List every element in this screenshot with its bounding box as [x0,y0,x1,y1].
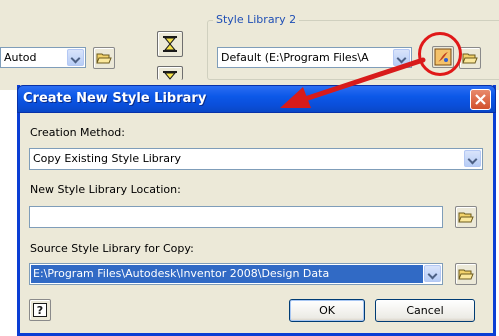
chevron-down-icon[interactable] [67,49,84,66]
folder-open-icon [462,53,478,64]
creation-method-label: Creation Method: [30,126,125,139]
left-library-combo[interactable]: Autod [0,47,86,68]
chevron-down-icon[interactable] [393,49,410,66]
right-browse-button[interactable] [459,47,481,69]
creation-method-value: Copy Existing Style Library [33,152,182,165]
right-library-combo-value: Default (E:\Program Files\A [221,51,369,64]
left-library-combo-value: Autod [4,51,37,64]
location-label: New Style Library Location: [30,183,181,196]
hourglass-button-2[interactable] [157,66,183,80]
source-library-value: E:\Program Files\Autodesk\Inventor 2008\… [31,265,423,283]
close-button[interactable] [470,89,491,110]
help-button[interactable]: ? [29,299,51,321]
location-browse-button[interactable] [455,206,477,228]
cancel-button[interactable]: Cancel [375,299,475,322]
dialog-title: Create New Style Library [23,91,207,106]
close-icon [475,94,486,105]
help-icon: ? [33,303,47,317]
svg-text:?: ? [37,304,43,317]
chevron-down-icon[interactable] [464,150,481,167]
chevron-down-icon[interactable] [424,265,441,282]
source-library-select[interactable]: E:\Program Files\Autodesk\Inventor 2008\… [29,263,443,285]
folder-open-icon [458,269,474,280]
hourglass-button[interactable] [157,31,183,57]
source-browse-button[interactable] [455,263,477,285]
hourglass-icon [163,36,177,52]
right-library-combo[interactable]: Default (E:\Program Files\A [217,47,412,68]
folder-open-icon [458,212,474,223]
hourglass-icon [163,71,177,80]
ok-button[interactable]: OK [289,299,365,322]
left-browse-button[interactable] [93,47,115,69]
location-input[interactable] [29,206,443,228]
folder-open-icon [96,53,112,64]
style-library-2-label: Style Library 2 [213,13,300,27]
annotation-circle [418,32,462,76]
creation-method-select[interactable]: Copy Existing Style Library [29,148,483,170]
source-label: Source Style Library for Copy: [30,242,194,255]
